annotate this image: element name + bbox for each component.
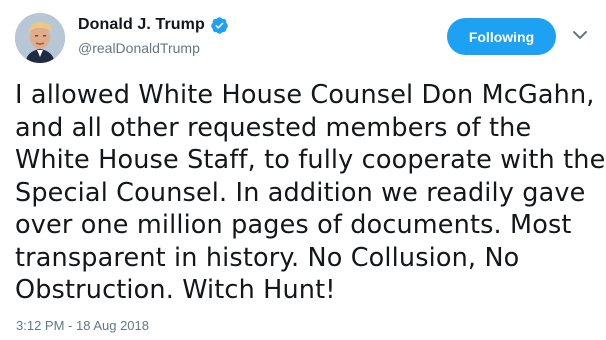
profile-photo-icon [15,13,65,63]
tweet-timestamp[interactable]: 3:12 PM - 18 Aug 2018 [16,318,149,333]
tweet-header: Donald J. Trump @realDonaldTrump Followi… [0,0,606,68]
user-handle[interactable]: @realDonaldTrump [78,40,229,56]
user-info: Donald J. Trump @realDonaldTrump [78,14,229,56]
tweet-text: I allowed White House Counsel Don McGahn… [15,79,606,307]
tweet-line: transparent in history. No Collusion, No [15,242,520,273]
tweet-line: and all other requested members of the [15,112,532,143]
verified-badge-icon [211,16,228,34]
tweet-line: Obstruction. Witch Hunt! [15,275,336,305]
tweet-line: over one million pages of documents. Mos… [15,210,572,240]
following-button[interactable]: Following [447,18,556,55]
tweet-line: Special Counsel. In addition we readily … [15,177,586,208]
avatar[interactable] [15,13,65,63]
display-name[interactable]: Donald J. Trump [78,16,205,34]
name-row: Donald J. Trump [78,14,229,36]
tweet-line: White House Staff, to fully cooperate wi… [15,145,606,175]
tweet-line: I allowed White House Counsel Don McGahn… [15,80,595,110]
chevron-down-icon[interactable] [572,29,588,41]
